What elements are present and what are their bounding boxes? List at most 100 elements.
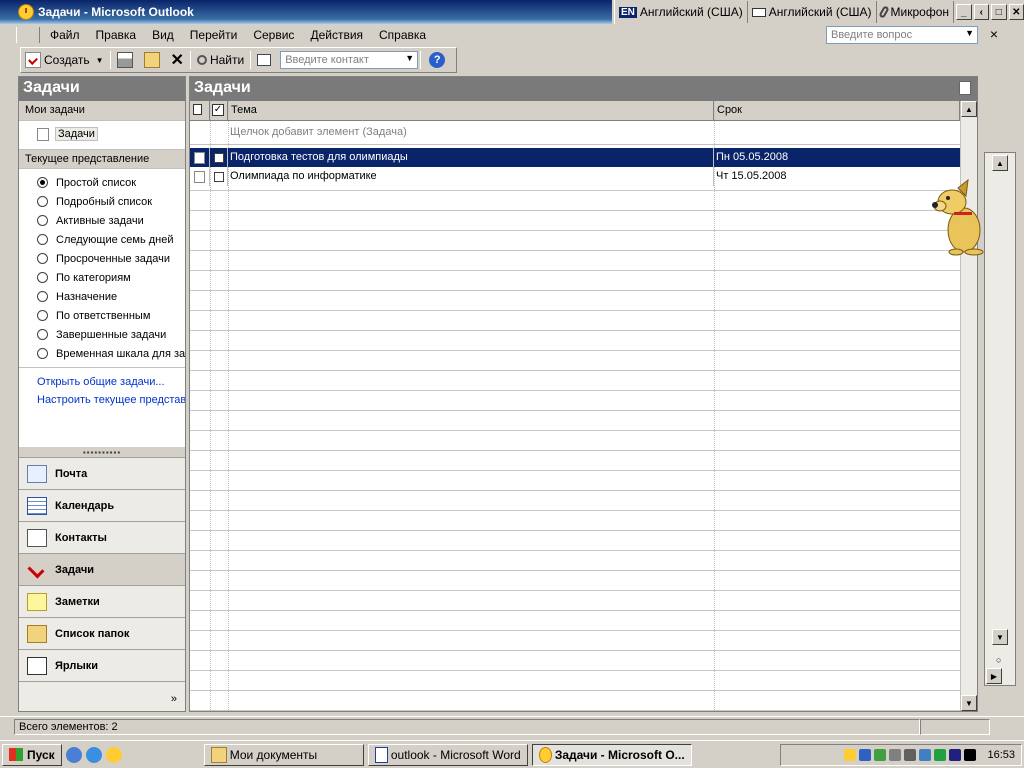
- view-option-detailed-list[interactable]: Подробный список: [19, 192, 185, 211]
- menu-help[interactable]: Справка: [371, 28, 434, 42]
- window-close-button[interactable]: ✕: [1008, 4, 1024, 20]
- scroll-right-button[interactable]: ▶: [986, 668, 1002, 684]
- bug-icon[interactable]: [964, 749, 977, 761]
- task-due-date[interactable]: Чт 15.05.2008: [714, 167, 786, 186]
- task-row[interactable]: Подготовка тестов для олимпиады Пн 05.05…: [190, 148, 960, 167]
- start-button[interactable]: Пуск: [2, 743, 62, 766]
- security-icon[interactable]: [949, 749, 962, 761]
- document-close-button[interactable]: ×: [986, 26, 1002, 42]
- task-complete-cell[interactable]: [210, 167, 228, 186]
- chevron-down-icon[interactable]: ▼: [965, 28, 974, 38]
- open-shared-tasks-link[interactable]: Открыть общие задачи...: [19, 376, 185, 394]
- outlook-quicklaunch-icon[interactable]: [105, 746, 122, 763]
- outlook-tray-icon[interactable]: [844, 749, 857, 761]
- nav-button-mail[interactable]: Почта: [19, 457, 185, 489]
- background-window-scrollbar[interactable]: ▲ ▼ ○: [984, 152, 1016, 686]
- office-assistant-dog[interactable]: [930, 178, 992, 256]
- menu-edit[interactable]: Правка: [88, 28, 145, 42]
- my-tasks-header: Мои задачи: [19, 101, 185, 121]
- task-complete-cell[interactable]: [210, 148, 228, 167]
- find-button[interactable]: Найти: [193, 49, 248, 71]
- settings-tray-icon[interactable]: [889, 749, 902, 761]
- radio-button[interactable]: [37, 196, 48, 207]
- radio-button[interactable]: [37, 272, 48, 283]
- view-option-by-person[interactable]: По ответственным: [19, 306, 185, 325]
- volume-icon[interactable]: [904, 749, 917, 761]
- menu-go[interactable]: Перейти: [182, 28, 246, 42]
- task-row[interactable]: Олимпиада по информатике Чт 15.05.2008: [190, 167, 960, 186]
- clock[interactable]: 16:53: [987, 749, 1015, 761]
- update-icon[interactable]: [934, 749, 947, 761]
- task-subject[interactable]: Олимпиада по информатике: [228, 167, 714, 186]
- microphone-button[interactable]: Микрофон: [877, 1, 955, 23]
- radio-button[interactable]: [37, 253, 48, 264]
- due-column-header[interactable]: Срок: [714, 101, 960, 120]
- nav-button-calendar[interactable]: Календарь: [19, 489, 185, 521]
- scroll-up-button[interactable]: ▲: [992, 155, 1008, 171]
- scroll-down-button[interactable]: ▼: [992, 629, 1008, 645]
- find-contact-input[interactable]: Введите контакт ▼: [280, 51, 419, 69]
- internet-explorer-icon[interactable]: [85, 746, 102, 763]
- chevron-down-icon[interactable]: ▼: [405, 53, 414, 63]
- nav-pane-splitter[interactable]: ▪▪▪▪▪▪▪▪▪▪: [19, 447, 185, 457]
- display-icon[interactable]: [919, 749, 932, 761]
- view-option-next-seven-days[interactable]: Следующие семь дней: [19, 230, 185, 249]
- complete-checkbox[interactable]: [213, 171, 224, 182]
- radio-button[interactable]: [37, 329, 48, 340]
- keyboard-layout-button[interactable]: Английский (США): [748, 1, 877, 23]
- input-language-button[interactable]: EN Английский (США): [615, 1, 748, 23]
- radio-button[interactable]: [37, 291, 48, 302]
- browse-object-icon[interactable]: ○: [996, 655, 1001, 665]
- antivirus-icon[interactable]: [874, 749, 887, 761]
- help-icon[interactable]: ?: [429, 52, 446, 68]
- show-desktop-icon[interactable]: [65, 746, 82, 763]
- view-option-overdue-tasks[interactable]: Просроченные задачи: [19, 249, 185, 268]
- task-due-date[interactable]: Пн 05.05.2008: [714, 148, 788, 167]
- window-maximize-button[interactable]: □: [991, 4, 1007, 20]
- radio-button[interactable]: [37, 177, 48, 188]
- complete-column-header[interactable]: ✓: [210, 101, 228, 120]
- radio-button[interactable]: [37, 348, 48, 359]
- scroll-down-button[interactable]: ▼: [961, 695, 977, 711]
- complete-checkbox[interactable]: [213, 152, 224, 163]
- menu-actions[interactable]: Действия: [302, 28, 371, 42]
- subject-column-header[interactable]: Тема: [228, 101, 714, 120]
- task-subject[interactable]: Подготовка тестов для олимпиады: [228, 148, 714, 167]
- chevron-down-icon[interactable]: ▼: [96, 56, 104, 65]
- view-option-assignment[interactable]: Назначение: [19, 287, 185, 306]
- print-button[interactable]: [113, 49, 140, 71]
- nav-button-shortcuts[interactable]: Ярлыки: [19, 649, 185, 681]
- view-option-completed-tasks[interactable]: Завершенные задачи: [19, 325, 185, 344]
- nav-button-contacts[interactable]: Контакты: [19, 521, 185, 553]
- menu-file[interactable]: Файл: [42, 28, 88, 42]
- ask-question-input[interactable]: Введите вопрос ▼: [826, 26, 978, 44]
- add-new-task-row[interactable]: Щелчок добавит элемент (Задача): [190, 121, 977, 145]
- view-option-by-category[interactable]: По категориям: [19, 268, 185, 287]
- nav-button-tasks[interactable]: Задачи: [19, 553, 185, 585]
- menu-tools[interactable]: Сервис: [245, 28, 302, 42]
- radio-button[interactable]: [37, 234, 48, 245]
- my-tasks-folder[interactable]: Задачи: [19, 121, 185, 147]
- taskbar-outlook[interactable]: Задачи - Microsoft O...: [531, 743, 692, 766]
- scroll-up-button[interactable]: ▲: [961, 101, 977, 117]
- radio-button[interactable]: [37, 215, 48, 226]
- taskbar-word[interactable]: outlook - Microsoft Word: [367, 743, 528, 766]
- customize-view-link[interactable]: Настроить текущее представление...: [19, 394, 185, 412]
- new-task-button[interactable]: Создать ▼: [21, 49, 108, 71]
- view-option-simple-list[interactable]: Простой список: [19, 173, 185, 192]
- network-icon[interactable]: [859, 749, 872, 761]
- nav-button-folder-list[interactable]: Список папок: [19, 617, 185, 649]
- move-to-folder-button[interactable]: [140, 49, 167, 71]
- delete-button[interactable]: ✕: [167, 49, 188, 71]
- menu-view[interactable]: Вид: [144, 28, 182, 42]
- langbar-options-button[interactable]: ‹: [973, 4, 990, 20]
- langbar-minimize-button[interactable]: _: [956, 4, 972, 20]
- view-option-active-tasks[interactable]: Активные задачи: [19, 211, 185, 230]
- view-option-timeline[interactable]: Временная шкала для задач: [19, 344, 185, 363]
- icon-column-header[interactable]: [190, 101, 210, 120]
- configure-buttons-icon[interactable]: »: [171, 693, 177, 705]
- nav-button-notes[interactable]: Заметки: [19, 585, 185, 617]
- taskbar-my-documents[interactable]: Мои документы: [203, 743, 364, 766]
- radio-button[interactable]: [37, 310, 48, 321]
- address-book-button[interactable]: [253, 49, 278, 71]
